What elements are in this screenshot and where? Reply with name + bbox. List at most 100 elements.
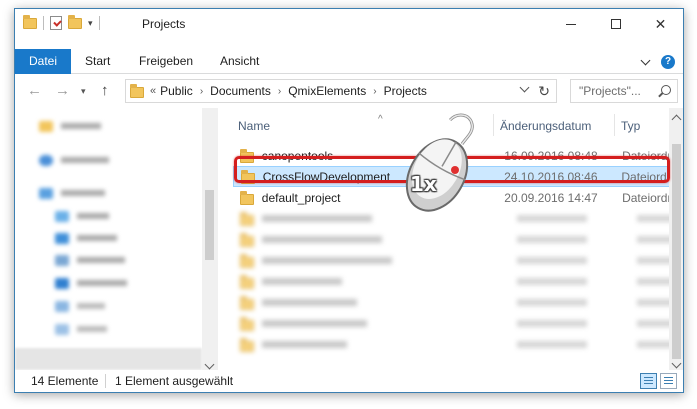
file-name [262, 299, 357, 306]
help-icon[interactable]: ? [661, 55, 675, 69]
close-button[interactable]: ✕ [638, 9, 683, 39]
minimize-button[interactable] [548, 9, 593, 39]
customize-toolbar-icon[interactable]: ▾ [88, 18, 93, 29]
address-overflow[interactable]: « [150, 85, 156, 97]
file-row[interactable] [233, 292, 681, 313]
folder-icon [240, 295, 254, 310]
desktop-icon [55, 232, 69, 244]
column-header-type[interactable]: Typ [621, 112, 640, 140]
file-row[interactable] [233, 250, 681, 271]
nav-item-label [61, 123, 101, 129]
breadcrumb-public[interactable]: Public [160, 84, 193, 98]
click-count-label: 1x [410, 172, 437, 196]
nav-item-label [61, 157, 109, 163]
file-name [262, 341, 347, 348]
maximize-button[interactable] [593, 9, 638, 39]
folder-icon [240, 253, 254, 268]
folder-icon [240, 274, 254, 289]
address-bar[interactable]: « Public › Documents › QmixElements › Pr… [125, 79, 557, 103]
new-folder-icon[interactable] [68, 14, 82, 29]
cloud-icon [39, 154, 53, 166]
folder-icon [240, 316, 254, 331]
tab-datei[interactable]: Datei [15, 49, 72, 74]
window-controls: ✕ [548, 9, 683, 39]
selection-count: 1 Element ausgewählt [115, 374, 234, 388]
file-date: 20.09.2016 14:47 [504, 190, 598, 205]
nav-item-label [77, 326, 107, 332]
file-name [262, 215, 372, 222]
file-row[interactable] [233, 271, 681, 292]
explorer-window: ▾ Projects ✕ Datei Start Freigeben Ansic… [14, 8, 684, 393]
address-dropdown-icon[interactable] [519, 82, 530, 93]
column-divider[interactable] [493, 114, 494, 136]
file-date [517, 236, 587, 243]
nav-item-label [77, 213, 109, 219]
close-icon: ✕ [654, 15, 667, 32]
column-header-name[interactable]: Name ^ [238, 112, 383, 140]
download-icon [55, 277, 69, 289]
search-icon [661, 85, 671, 95]
mouse-icon [405, 113, 474, 212]
chevron-right-icon[interactable]: › [373, 86, 376, 97]
nav-item-videos[interactable] [55, 319, 107, 339]
expand-ribbon-icon[interactable] [640, 55, 651, 66]
file-date [517, 257, 587, 264]
computer-icon [39, 187, 53, 199]
music-icon [55, 300, 69, 312]
item-count: 14 Elemente [31, 374, 99, 388]
scroll-up-icon[interactable] [671, 114, 682, 125]
ribbon-controls: ? [640, 55, 675, 69]
nav-item-documents[interactable] [55, 250, 125, 270]
chevron-right-icon[interactable]: › [200, 86, 203, 97]
nav-item-label [77, 303, 105, 309]
file-row[interactable] [233, 313, 681, 334]
scroll-down-icon[interactable] [204, 359, 215, 370]
status-bar: 14 Elemente 1 Element ausgewählt [15, 370, 683, 392]
breadcrumb-projects[interactable]: Projects [384, 84, 427, 98]
folder-icon [240, 232, 254, 247]
file-row[interactable] [233, 229, 681, 250]
mouse-click-annotation: 1x [392, 110, 482, 220]
view-switcher [640, 373, 677, 389]
large-icons-view-icon[interactable] [660, 373, 677, 389]
column-header-date[interactable]: Änderungsdatum [500, 112, 591, 140]
properties-icon[interactable] [50, 16, 62, 30]
file-date [517, 278, 587, 285]
breadcrumb-qmixelements[interactable]: QmixElements [288, 84, 366, 98]
nav-item-music[interactable] [55, 296, 105, 316]
nav-item-downloads[interactable] [55, 273, 127, 293]
forward-arrow-icon[interactable]: → [55, 82, 70, 99]
nav-item[interactable] [39, 116, 101, 136]
nav-item-onedrive[interactable] [39, 150, 109, 170]
breadcrumb-documents[interactable]: Documents [210, 84, 271, 98]
column-divider[interactable] [614, 114, 615, 136]
nav-item-this-pc[interactable] [39, 183, 105, 203]
search-input[interactable]: "Projects"... [570, 79, 678, 103]
scrollbar-thumb[interactable] [205, 190, 214, 260]
nav-selected-item[interactable] [15, 348, 202, 370]
tab-freigeben[interactable]: Freigeben [125, 49, 207, 74]
folder-icon [240, 337, 254, 352]
nav-scrollbar[interactable] [202, 108, 218, 372]
nav-item-desktop[interactable] [55, 228, 117, 248]
folder-icon [240, 190, 254, 205]
details-view-icon[interactable] [640, 373, 657, 389]
nav-item-pictures[interactable] [55, 206, 109, 226]
recent-locations-icon[interactable]: ▾ [81, 86, 86, 97]
up-arrow-icon[interactable]: ↑ [101, 82, 109, 99]
file-name [262, 257, 392, 264]
file-row[interactable] [233, 334, 681, 355]
tab-start[interactable]: Start [71, 49, 124, 74]
back-arrow-icon[interactable]: ← [27, 82, 42, 99]
content-scrollbar[interactable] [669, 108, 683, 372]
scrollbar-thumb[interactable] [672, 144, 681, 359]
ribbon-tabs: Datei Start Freigeben Ansicht ? [15, 49, 683, 74]
file-name [262, 236, 382, 243]
nav-item-label [77, 235, 117, 241]
tab-ansicht[interactable]: Ansicht [206, 49, 273, 74]
sort-ascending-icon: ^ [378, 114, 383, 125]
minimize-icon [565, 23, 576, 25]
scroll-down-icon[interactable] [671, 358, 682, 369]
refresh-icon[interactable]: ↻ [538, 83, 550, 100]
chevron-right-icon[interactable]: › [278, 86, 281, 97]
